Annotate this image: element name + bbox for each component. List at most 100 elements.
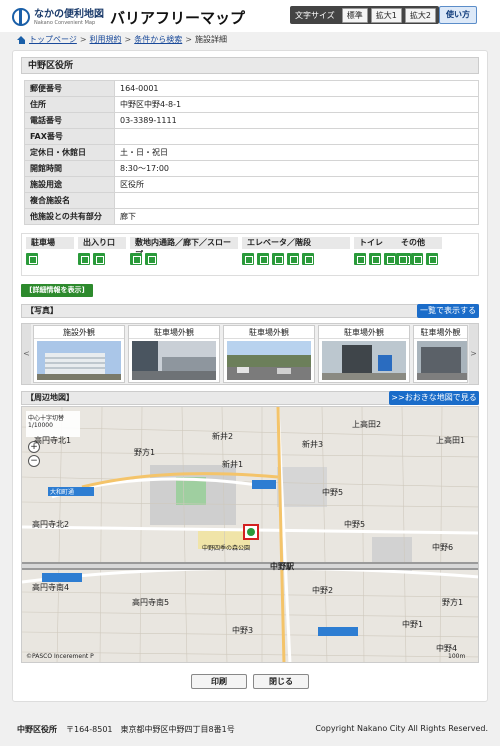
logo-text-ja: なかの便利地図 <box>34 8 104 20</box>
photo-image <box>132 341 216 380</box>
open-large-map-button[interactable]: >>おおきな地図で見る <box>389 391 479 405</box>
table-row: 開館時間 8:30～17:00 <box>24 160 479 177</box>
stairs-handrail-icon[interactable] <box>287 253 299 265</box>
row-value <box>114 128 479 145</box>
table-row: 住所 中野区中野4-8-1 <box>24 96 479 113</box>
elevator-audio-icon[interactable] <box>272 253 284 265</box>
map-label: 高円寺北2 <box>32 520 70 529</box>
map-label: 新井1 <box>222 460 244 469</box>
map-label: 上高田1 <box>436 436 466 445</box>
table-row: 施設用途 区役所 <box>24 176 479 193</box>
map-label: 中野5 <box>322 488 344 497</box>
photo-card[interactable]: 施設外観 <box>33 325 125 383</box>
row-key: 複合施設名 <box>24 192 115 209</box>
show-detail-button[interactable]: [詳細情報を表示] <box>21 284 93 297</box>
breadcrumb-current: 施設詳細 <box>194 35 227 44</box>
main-panel: 中野区役所 郵便番号 164-0001 住所 中野区中野4-8-1 電話番号 03-3… <box>12 50 488 702</box>
photo-image <box>37 341 121 380</box>
map-copyright: ©PASCO Incerement P <box>26 653 94 660</box>
text-size-label: 文字サイズ <box>295 10 335 20</box>
crosshair-toggle[interactable]: 中心十字切替 <box>28 413 78 422</box>
parking-icons <box>26 253 41 265</box>
row-value: 164-0001 <box>114 80 479 97</box>
page-title: バリアフリーマップ <box>110 8 246 27</box>
map-label: 上高田2 <box>352 420 382 429</box>
step-free-entrance-icon[interactable] <box>93 253 105 265</box>
entrance-icons <box>78 253 108 265</box>
area-map[interactable]: 中心十字切替 1/10000 + − 野方1 新井2 新井3 上高田2 新井1 … <box>21 406 479 663</box>
row-key: 他施設との共有部分 <box>24 208 115 225</box>
photo-card[interactable]: 駐車場外観 <box>128 325 220 383</box>
row-key: 施設用途 <box>24 176 115 193</box>
elevator-icon[interactable] <box>242 253 254 265</box>
text-size-selector: 文字サイズ 標準 拡大1 拡大2 <box>290 6 439 24</box>
map-label: 中野3 <box>232 626 254 635</box>
photo-caption: 駐車場外観 <box>129 326 219 339</box>
ostomate-icon[interactable] <box>369 253 381 265</box>
photo-card[interactable]: 駐車場外観 <box>318 325 410 383</box>
facility-name: 中野区役所 <box>21 57 479 74</box>
breadcrumb-terms[interactable]: 利用規約 <box>90 34 122 45</box>
zoom-out-button[interactable]: − <box>28 455 40 467</box>
breadcrumb-separator: > <box>79 35 87 44</box>
baby-seat-icon[interactable] <box>384 253 396 265</box>
table-row: 複合施設名 <box>24 192 479 209</box>
row-value: 8:30～17:00 <box>114 160 479 177</box>
row-value: 中野区中野4-8-1 <box>114 96 479 113</box>
site-logo[interactable]: なかの便利地図 Nakano Convenient Map バリアフリーマップ <box>12 6 245 28</box>
photo-card[interactable]: 駐車場外観 <box>413 325 468 383</box>
map-scale: 1/10000 <box>28 422 53 429</box>
row-value: 土・日・祝日 <box>114 144 479 161</box>
map-label: 中野5 <box>344 520 366 529</box>
photo-card[interactable]: 駐車場外観 <box>223 325 315 383</box>
photos-heading: 【写真】 <box>21 304 479 318</box>
row-key: 住所 <box>24 96 115 113</box>
accessible-toilet-icon[interactable] <box>354 253 366 265</box>
map-label: 野方1 <box>134 448 156 457</box>
photo-image <box>417 341 467 380</box>
photo-caption: 駐車場外観 <box>319 326 409 339</box>
map-label: 高円寺南5 <box>132 598 170 607</box>
map-label: 新井3 <box>302 440 324 449</box>
other-icons <box>396 253 441 265</box>
table-row: 電話番号 03-3389-1111 <box>24 112 479 129</box>
photo-caption: 施設外観 <box>34 326 124 339</box>
print-button[interactable]: 印刷 <box>191 674 247 689</box>
hearing-loop-icon[interactable] <box>396 253 408 265</box>
close-button[interactable]: 閉じる <box>253 674 309 689</box>
guide-dog-icon[interactable] <box>411 253 423 265</box>
size-large1-button[interactable]: 拡大1 <box>370 7 402 23</box>
category-parking: 駐車場 <box>26 237 74 249</box>
table-row: 郵便番号 164-0001 <box>24 80 479 97</box>
map-label: 中野1 <box>402 620 424 629</box>
size-large2-button[interactable]: 拡大2 <box>404 7 436 23</box>
photo-prev-button[interactable]: < <box>22 324 31 384</box>
row-key: 定休日・休館日 <box>24 144 115 161</box>
breadcrumb-top[interactable]: トップページ <box>29 34 77 45</box>
photo-list-button[interactable]: 一覧で表示する <box>417 304 479 318</box>
automatic-door-icon[interactable] <box>78 253 90 265</box>
row-key: 電話番号 <box>24 112 115 129</box>
footer: 中野区役所 〒164-8501 東京都中野区中野四丁目8番1号 Copyrigh… <box>0 710 500 746</box>
escalator-icon[interactable] <box>302 253 314 265</box>
category-passage: 敷地内通路／廊下／スロープ <box>130 237 238 259</box>
elevator-braille-icon[interactable] <box>257 253 269 265</box>
table-row: FAX番号 <box>24 128 479 145</box>
wheelchair-rental-icon[interactable] <box>426 253 438 265</box>
footer-copyright: Copyright Nakano City All Rights Reserve… <box>315 724 488 733</box>
size-standard-button[interactable]: 標準 <box>341 7 368 23</box>
slope-icon[interactable] <box>145 253 157 265</box>
map-label: 野方1 <box>442 598 464 607</box>
help-button[interactable]: 使い方 <box>439 6 477 24</box>
category-other: その他 <box>396 237 442 249</box>
passage-icons <box>130 253 160 265</box>
photo-caption: 駐車場外観 <box>414 326 467 339</box>
accessible-parking-icon[interactable] <box>26 253 38 265</box>
photo-next-button[interactable]: > <box>469 324 478 384</box>
breadcrumb-search[interactable]: 条件から検索 <box>134 34 182 45</box>
tactile-paving-icon[interactable] <box>130 253 142 265</box>
map-label: 中野2 <box>312 586 334 595</box>
map-label: 中野6 <box>432 543 454 552</box>
row-key: FAX番号 <box>24 128 115 145</box>
footer-org-name: 中野区役所 <box>17 725 57 734</box>
